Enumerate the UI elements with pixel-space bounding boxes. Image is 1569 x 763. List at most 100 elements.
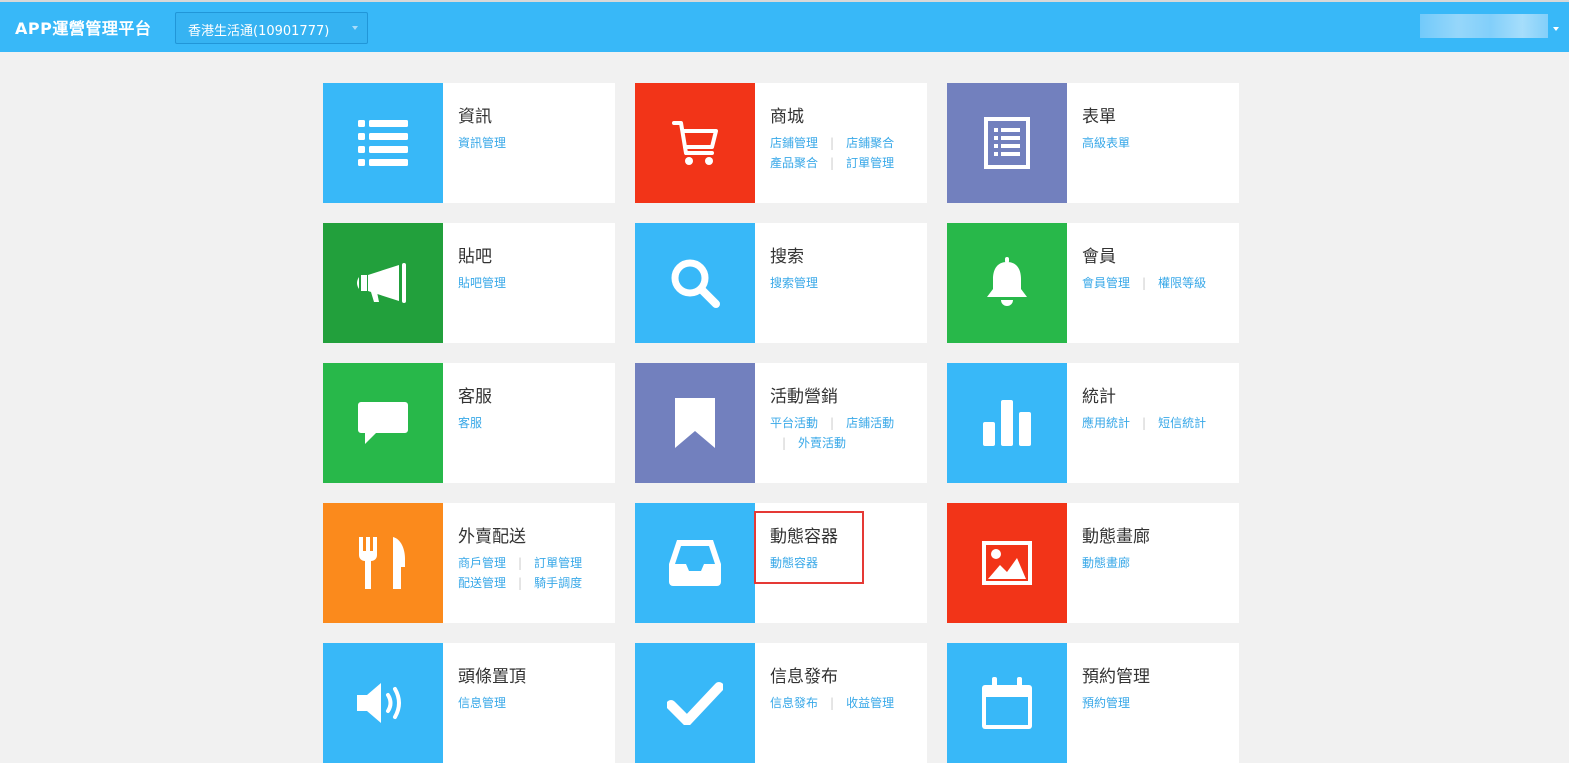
volume-icon [355,681,411,725]
module-link[interactable]: 信息管理 [458,696,506,710]
module-card-12[interactable]: 動態畫廊 動態畫廊 [947,503,1239,623]
bell-icon [984,257,1030,309]
highlight-annotation [754,511,864,584]
module-link[interactable]: 資訊管理 [458,136,506,150]
module-card-9[interactable]: 統計應用統計 | 短信統計 [947,363,1239,483]
module-link[interactable]: 貼吧管理 [458,276,506,290]
module-title[interactable]: 客服 [458,382,492,407]
module-link[interactable]: 騎手調度 [534,576,582,590]
org-select-dropdown[interactable]: 香港生活通(10901777) [175,12,368,44]
module-links: 高級表單 [1082,133,1232,153]
module-card-14[interactable]: 信息發布 信息發布 | 收益管理 [635,643,927,763]
module-tile[interactable] [635,83,755,203]
cart-icon [672,119,718,167]
module-links: 信息管理 [458,693,608,713]
module-title[interactable]: 表單 [1082,102,1116,127]
module-link[interactable]: 動態畫廊 [1082,556,1130,570]
link-separator: | [518,556,523,570]
module-link[interactable]: 外賣活動 [798,436,846,450]
link-separator: | [782,436,787,450]
module-link[interactable]: 店鋪聚合 [846,136,894,150]
module-title[interactable]: 會員 [1082,242,1116,267]
module-links: 信息發布 | 收益管理 [770,693,920,713]
module-card-15[interactable]: 預約管理 預約管理 [947,643,1239,763]
module-link[interactable]: 店鋪活動 [846,416,894,430]
module-link[interactable]: 配送管理 [458,576,506,590]
module-title[interactable]: 貼吧 [458,242,492,267]
module-links: 店鋪管理 | 店鋪聚合產品聚合 | 訂單管理 [770,133,920,173]
module-tile[interactable] [635,643,755,763]
link-separator: | [518,576,523,590]
module-tile[interactable] [323,643,443,763]
module-title[interactable]: 頭條置頂 [458,662,526,687]
module-links: 應用統計 | 短信統計 [1082,413,1232,433]
module-link[interactable]: 權限等級 [1158,276,1206,290]
module-title[interactable]: 動態畫廊 [1082,522,1150,547]
module-tile[interactable] [635,503,755,623]
module-title[interactable]: 活動營銷 [770,382,838,407]
module-tile[interactable] [635,363,755,483]
module-tile[interactable] [947,503,1067,623]
module-link[interactable]: 信息發布 [770,696,818,710]
module-link[interactable]: 預約管理 [1082,696,1130,710]
module-link[interactable]: 店鋪管理 [770,136,818,150]
picture-icon [982,541,1032,585]
bar-chart-icon [983,400,1031,446]
module-title[interactable]: 資訊 [458,102,492,127]
module-tile[interactable] [947,643,1067,763]
module-tile[interactable] [323,363,443,483]
module-link[interactable]: 收益管理 [846,696,894,710]
module-link[interactable]: 短信統計 [1158,416,1206,430]
link-separator: | [830,136,835,150]
module-card-1[interactable]: 資訊 資訊管理 [323,83,615,203]
module-links: 預約管理 [1082,693,1232,713]
bookmark-icon [675,398,715,448]
module-card-4[interactable]: 貼吧 貼吧管理 [323,223,615,343]
module-title[interactable]: 商城 [770,102,804,127]
module-title[interactable]: 信息發布 [770,662,838,687]
module-tile[interactable] [947,223,1067,343]
module-links: 會員管理 | 權限等級 [1082,273,1232,293]
link-separator: | [830,156,835,170]
user-menu-caret-icon[interactable] [1553,27,1559,31]
module-link[interactable]: 客服 [458,416,482,430]
link-separator: | [1142,276,1147,290]
module-title[interactable]: 搜索 [770,242,804,267]
module-title[interactable]: 統計 [1082,382,1116,407]
module-card-5[interactable]: 搜索 搜索管理 [635,223,927,343]
module-card-13[interactable]: 頭條置頂 信息管理 [323,643,615,763]
module-tile[interactable] [323,223,443,343]
search-icon [669,257,721,309]
module-tile[interactable] [323,503,443,623]
module-card-10[interactable]: 外賣配送商戶管理 | 訂單管理配送管理 | 騎手調度 [323,503,615,623]
module-tile[interactable] [323,83,443,203]
app-title: APP運營管理平台 [15,19,152,38]
module-title[interactable]: 外賣配送 [458,522,526,547]
module-card-7[interactable]: 客服 客服 [323,363,615,483]
module-tile[interactable] [947,83,1067,203]
module-link[interactable]: 應用統計 [1082,416,1130,430]
module-links: 商戶管理 | 訂單管理配送管理 | 騎手調度 [458,553,608,593]
user-menu[interactable] [1420,14,1548,38]
module-link[interactable]: 商戶管理 [458,556,506,570]
module-card-8[interactable]: 活動營銷平台活動 | 店鋪活動 | 外賣活動 [635,363,927,483]
module-link[interactable]: 訂單管理 [846,156,894,170]
chevron-down-icon [352,26,358,30]
module-tile[interactable] [947,363,1067,483]
module-tile[interactable] [635,223,755,343]
module-title[interactable]: 預約管理 [1082,662,1150,687]
module-link[interactable]: 高級表單 [1082,136,1130,150]
link-separator: | [830,696,835,710]
module-link[interactable]: 平台活動 [770,416,818,430]
module-link[interactable]: 訂單管理 [534,556,582,570]
module-link[interactable]: 會員管理 [1082,276,1130,290]
module-card-6[interactable]: 會員會員管理 | 權限等級 [947,223,1239,343]
module-card-3[interactable]: 表單 高級表單 [947,83,1239,203]
module-links: 搜索管理 [770,273,920,293]
link-separator: | [830,416,835,430]
module-links: 客服 [458,413,608,433]
module-link[interactable]: 產品聚合 [770,156,818,170]
module-links: 動態畫廊 [1082,553,1232,573]
module-card-2[interactable]: 商城店鋪管理 | 店鋪聚合產品聚合 | 訂單管理 [635,83,927,203]
module-link[interactable]: 搜索管理 [770,276,818,290]
